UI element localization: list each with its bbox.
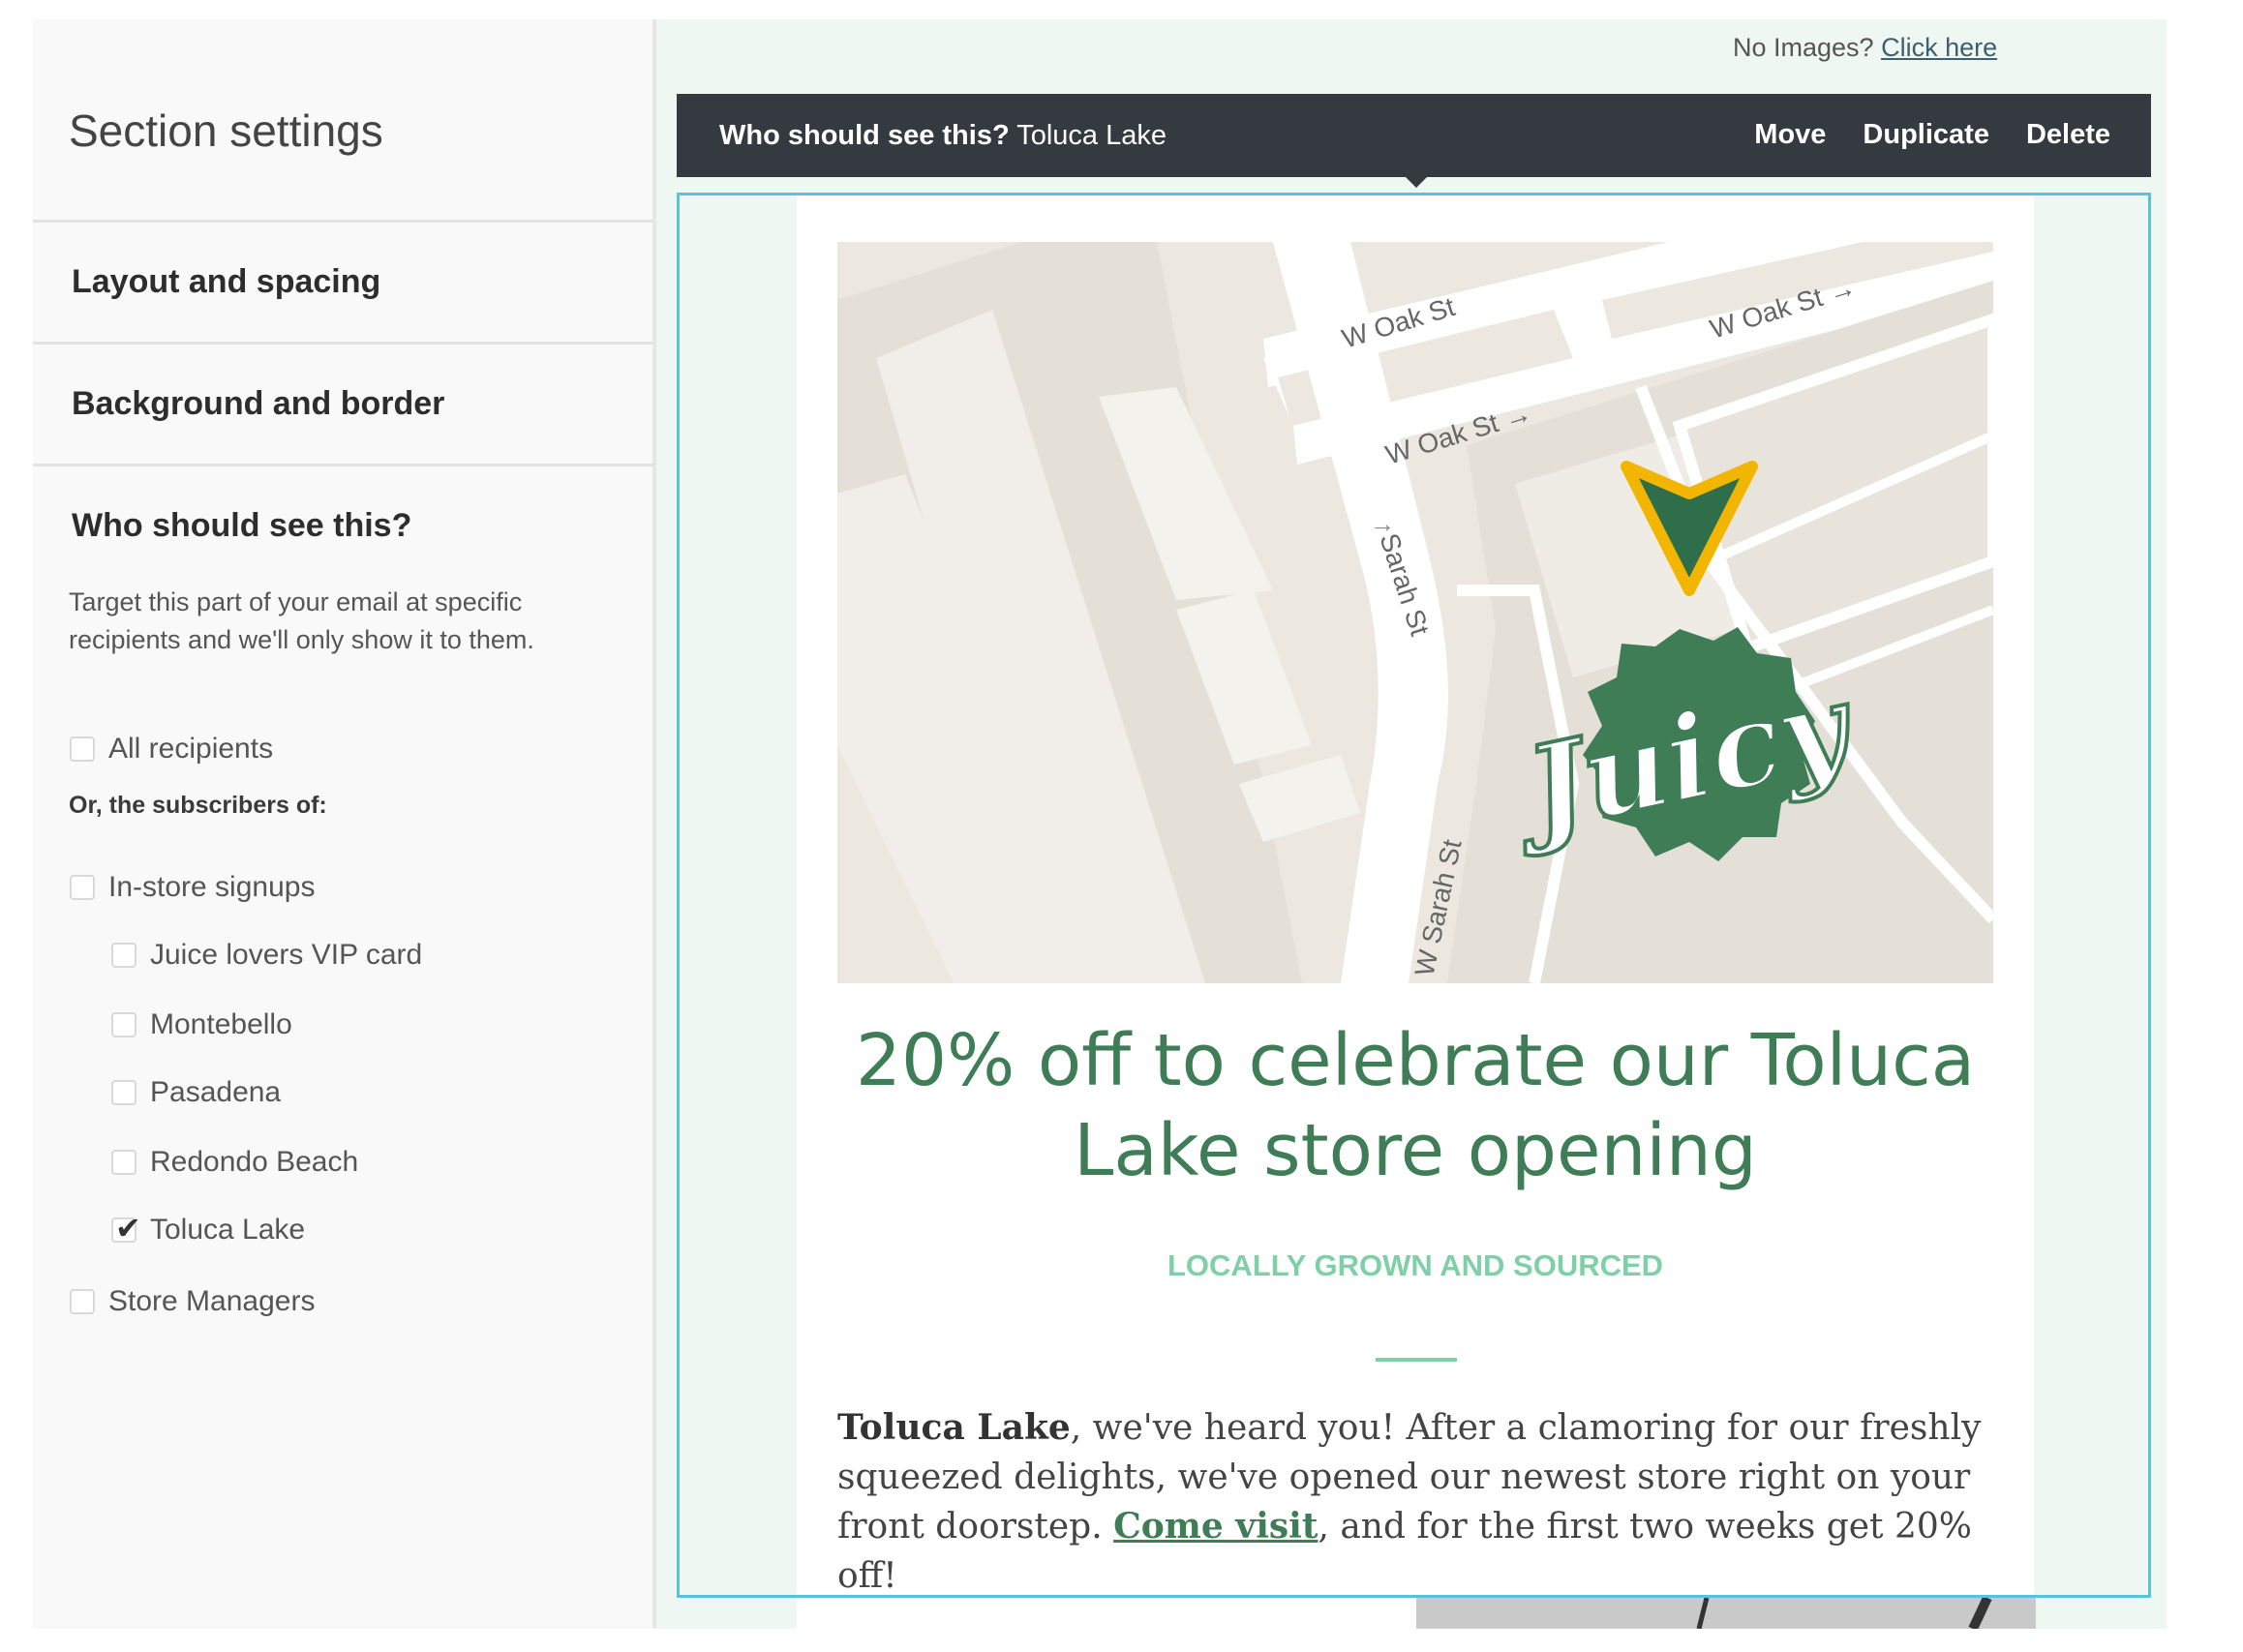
duplicate-button[interactable]: Duplicate <box>1863 119 1989 151</box>
section-toolbar: Who should see this? Toluca Lake Move Du… <box>677 94 2151 177</box>
no-images-link[interactable]: Click here <box>1881 33 1997 62</box>
list-label-pasadena[interactable]: Pasadena <box>150 1076 281 1109</box>
layout-spacing-label[interactable]: Layout and spacing <box>72 263 380 301</box>
list-option-in-store-signups[interactable]: In-store signups <box>70 871 315 904</box>
panel-title: Section settings <box>69 105 383 156</box>
list-checkbox-montebello[interactable] <box>111 1012 136 1037</box>
list-checkbox-toluca-lake[interactable]: ✔ <box>111 1210 141 1247</box>
list-label-in-store-signups[interactable]: In-store signups <box>108 871 315 904</box>
toolbar-who-value: Toluca Lake <box>1016 120 1167 151</box>
list-checkbox-redondo-beach[interactable] <box>111 1150 136 1175</box>
divider-rule <box>1376 1358 1457 1362</box>
email-body-text: Toluca Lake, we've heard you! After a cl… <box>837 1403 1999 1601</box>
toolbar-audience: Who should see this? Toluca Lake <box>719 120 1167 152</box>
list-checkbox-in-store-signups[interactable] <box>70 875 95 900</box>
delete-button[interactable]: Delete <box>2026 119 2110 151</box>
who-should-see-heading: Who should see this? <box>72 507 412 544</box>
list-option-redondo-beach[interactable]: Redondo Beach <box>111 1146 358 1179</box>
list-label-store-managers[interactable]: Store Managers <box>108 1285 315 1318</box>
toolbar-who-label: Who should see this? <box>719 120 1010 151</box>
layout-spacing-section[interactable]: Layout and spacing <box>33 220 654 342</box>
background-border-section[interactable]: Background and border <box>33 342 654 464</box>
no-images-notice: No Images? Click here <box>1733 33 1997 63</box>
list-checkbox-store-managers[interactable] <box>70 1289 95 1314</box>
list-option-pasadena[interactable]: Pasadena <box>111 1076 281 1109</box>
who-description: Target this part of your email at specif… <box>69 587 534 654</box>
list-label-montebello[interactable]: Montebello <box>150 1008 292 1041</box>
all-recipients-option[interactable]: All recipients <box>70 733 273 766</box>
list-option-store-managers[interactable]: Store Managers <box>70 1285 315 1318</box>
checkmark-icon: ✔ <box>115 1210 141 1247</box>
no-images-text: No Images? <box>1733 33 1874 62</box>
email-tagline: LOCALLY GROWN AND SOURCED <box>1167 1248 1664 1282</box>
next-section-photo <box>1416 1598 2036 1629</box>
subscribers-heading: Or, the subscribers of: <box>69 792 327 819</box>
list-option-juice-lovers-vip-card[interactable]: Juice lovers VIP card <box>111 939 422 972</box>
toolbar-caret <box>1406 177 1427 188</box>
list-label-redondo-beach[interactable]: Redondo Beach <box>150 1146 358 1179</box>
list-label-toluca-lake[interactable]: Toluca Lake <box>150 1214 305 1247</box>
list-option-montebello[interactable]: Montebello <box>111 1008 292 1041</box>
list-label-juice-lovers-vip-card[interactable]: Juice lovers VIP card <box>150 939 422 972</box>
move-button[interactable]: Move <box>1754 119 1826 151</box>
come-visit-link[interactable]: Come visit <box>1113 1506 1318 1547</box>
list-checkbox-juice-lovers-vip-card[interactable] <box>111 943 136 968</box>
email-headline: 20% off to celebrate our Toluca Lake sto… <box>855 1019 1976 1192</box>
all-recipients-checkbox[interactable] <box>70 736 95 762</box>
list-option-toluca-lake[interactable]: ✔ Toluca Lake <box>111 1210 305 1247</box>
who-should-see-section: Who should see this? <box>33 464 654 586</box>
selected-section-outline[interactable] <box>677 193 2151 1598</box>
body-lead: Toluca Lake <box>837 1407 1071 1448</box>
all-recipients-label[interactable]: All recipients <box>108 733 273 766</box>
section-settings-panel: Section settings Layout and spacing Back… <box>33 19 654 1629</box>
list-checkbox-pasadena[interactable] <box>111 1080 136 1105</box>
background-border-label[interactable]: Background and border <box>72 385 444 423</box>
